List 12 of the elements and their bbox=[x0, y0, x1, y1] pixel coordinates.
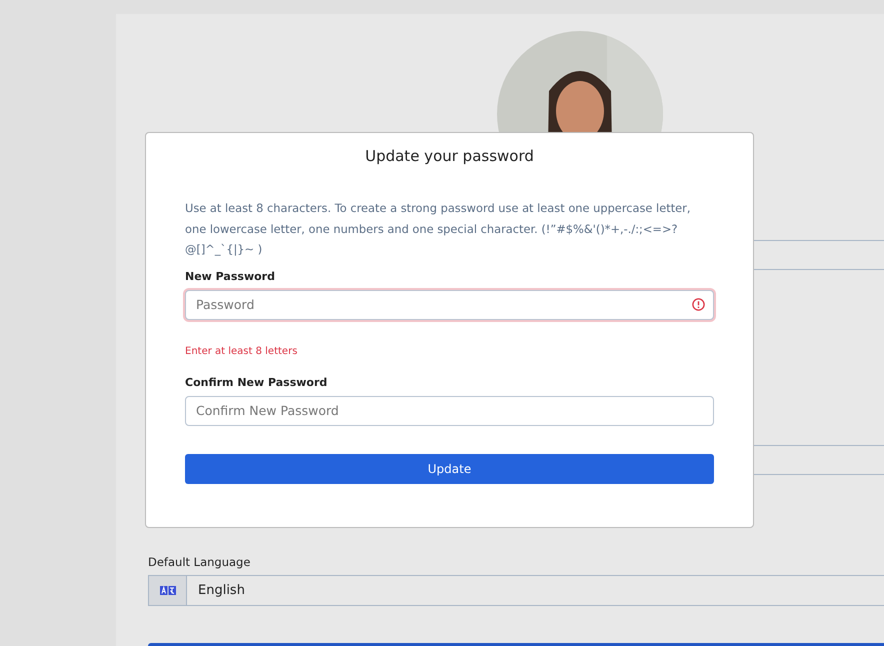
translate-icon bbox=[160, 586, 176, 595]
error-icon bbox=[692, 298, 705, 310]
password-field[interactable]: Confirm New Password bbox=[185, 396, 714, 426]
update-button[interactable]: Update bbox=[185, 454, 714, 484]
field-label: Default Language bbox=[148, 555, 252, 569]
dialog-title: Update your password bbox=[364, 147, 535, 165]
field-label: New Password bbox=[185, 270, 276, 282]
error-message: Enter at least 8 letters bbox=[185, 346, 298, 356]
password-hint: Use at least 8 characters. To create a strong password use at least one uppercase letter, one lowercase letter, one numbers and one special character. (!”#$%&'()*+,-./:;<=>?@[]^_`{|}~ ) bbox=[185, 200, 692, 258]
password-field[interactable]: Password bbox=[185, 290, 714, 320]
field-label: Confirm New Password bbox=[185, 376, 328, 388]
language-select[interactable]: English bbox=[148, 575, 884, 606]
